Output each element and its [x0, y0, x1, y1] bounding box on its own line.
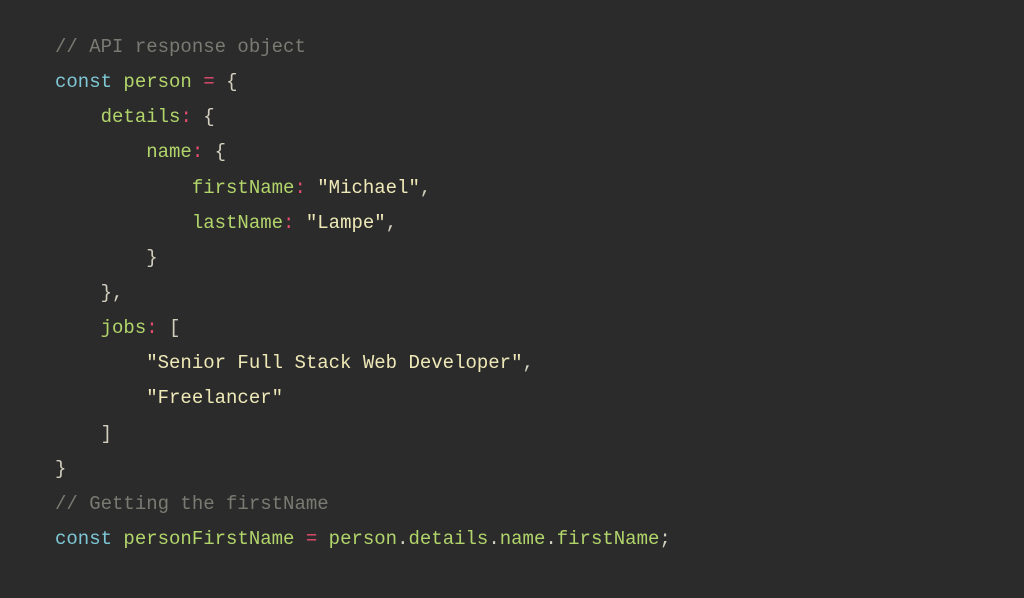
variable-name: person: [123, 71, 191, 93]
brace-close: }: [146, 247, 157, 269]
string-value: "Freelancer": [146, 387, 283, 409]
dot: .: [397, 528, 408, 550]
property-lastname: lastName: [192, 212, 283, 234]
keyword-const: const: [55, 528, 112, 550]
operator-assign: =: [203, 71, 214, 93]
comment-line: // API response object: [55, 36, 306, 58]
colon: :: [294, 177, 305, 199]
string-value: "Michael": [317, 177, 420, 199]
brace-open: {: [203, 106, 214, 128]
string-value: "Lampe": [306, 212, 386, 234]
comma: ,: [420, 177, 431, 199]
brace-close: }: [55, 458, 66, 480]
semicolon: ;: [659, 528, 670, 550]
property-access: details: [409, 528, 489, 550]
comma: ,: [386, 212, 397, 234]
dot: .: [545, 528, 556, 550]
property-name: name: [146, 141, 192, 163]
keyword-const: const: [55, 71, 112, 93]
variable-name: personFirstName: [123, 528, 294, 550]
string-value: "Senior Full Stack Web Developer": [146, 352, 522, 374]
property-access: name: [500, 528, 546, 550]
colon: :: [192, 141, 203, 163]
bracket-close: ]: [101, 423, 112, 445]
property-access: firstName: [557, 528, 660, 550]
comma: ,: [112, 282, 123, 304]
bracket-open: [: [169, 317, 180, 339]
object-ref: person: [329, 528, 397, 550]
dot: .: [488, 528, 499, 550]
colon: :: [283, 212, 294, 234]
brace-open: {: [226, 71, 237, 93]
colon: :: [180, 106, 191, 128]
operator-assign: =: [306, 528, 317, 550]
property-firstname: firstName: [192, 177, 295, 199]
colon: :: [146, 317, 157, 339]
code-block: // API response object const person = { …: [55, 30, 969, 557]
brace-open: {: [215, 141, 226, 163]
property-jobs: jobs: [101, 317, 147, 339]
comment-line: // Getting the firstName: [55, 493, 329, 515]
comma: ,: [522, 352, 533, 374]
property-details: details: [101, 106, 181, 128]
brace-close: }: [101, 282, 112, 304]
